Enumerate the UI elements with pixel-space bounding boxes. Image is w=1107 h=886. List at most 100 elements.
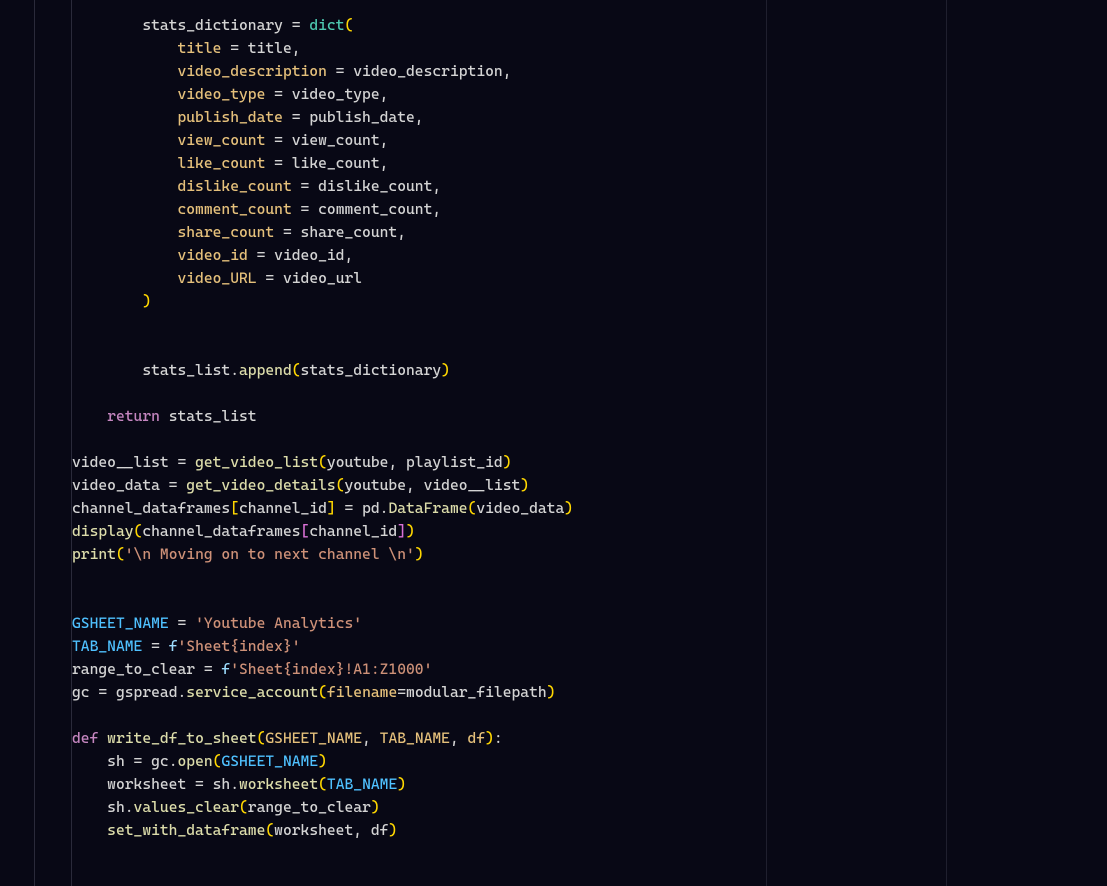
keyword: def xyxy=(72,729,98,747)
paren: ) xyxy=(406,522,415,540)
blank-line[interactable] xyxy=(72,589,1107,612)
code-line[interactable]: set_with_dataframe(worksheet, df) xyxy=(72,819,1107,842)
operator: = xyxy=(274,223,300,241)
code-line[interactable]: video__list = get_video_list(youtube, pl… xyxy=(72,451,1107,474)
paren: ) xyxy=(388,821,397,839)
code-line[interactable]: view_count = view_count, xyxy=(72,129,1107,152)
code-line[interactable]: gc = gspread.service_account(filename=mo… xyxy=(72,681,1107,704)
variable: sh xyxy=(107,752,125,770)
dot: . xyxy=(230,775,239,793)
variable: range_to_clear xyxy=(72,660,195,678)
code-line[interactable]: comment_count = comment_count, xyxy=(72,198,1107,221)
code-line[interactable]: video_type = video_type, xyxy=(72,83,1107,106)
keyword-arg: video_URL xyxy=(177,269,256,287)
variable: stats_list xyxy=(142,361,230,379)
method: worksheet xyxy=(239,775,318,793)
blank-line[interactable] xyxy=(72,566,1107,589)
comma: , xyxy=(353,821,371,839)
keyword-arg: comment_count xyxy=(177,200,291,218)
code-line[interactable]: video_URL = video_url xyxy=(72,267,1107,290)
operator: = xyxy=(142,637,168,655)
operator: = xyxy=(90,683,116,701)
variable: gc xyxy=(151,752,169,770)
variable: view_count xyxy=(292,131,380,149)
code-line[interactable]: return stats_list xyxy=(72,405,1107,428)
variable: stats_list xyxy=(169,407,257,425)
parameter: TAB_NAME xyxy=(380,729,450,747)
keyword-arg: share_count xyxy=(177,223,274,241)
blank-line[interactable] xyxy=(72,382,1107,405)
keyword-arg: view_count xyxy=(177,131,265,149)
blank-line[interactable] xyxy=(72,336,1107,359)
paren: ) xyxy=(503,453,512,471)
code-line[interactable]: dislike_count = dislike_count, xyxy=(72,175,1107,198)
code-line[interactable]: range_to_clear = f'Sheet{index}!A1:Z1000… xyxy=(72,658,1107,681)
blank-line[interactable] xyxy=(72,428,1107,451)
variable: dislike_count xyxy=(318,177,432,195)
comma: , xyxy=(503,62,512,80)
variable: channel_id xyxy=(309,522,397,540)
code-line[interactable]: like_count = like_count, xyxy=(72,152,1107,175)
code-line[interactable]: video_id = video_id, xyxy=(72,244,1107,267)
string: 'Youtube Analytics' xyxy=(195,614,362,632)
method: append xyxy=(239,361,292,379)
code-line[interactable]: sh = gc.open(GSHEET_NAME) xyxy=(72,750,1107,773)
paren: ( xyxy=(318,683,327,701)
code-line[interactable]: GSHEET_NAME = 'Youtube Analytics' xyxy=(72,612,1107,635)
blank-line[interactable] xyxy=(72,313,1107,336)
f-string-prefix: f xyxy=(221,660,230,678)
method: open xyxy=(177,752,212,770)
code-line[interactable]: share_count = share_count, xyxy=(72,221,1107,244)
variable: df xyxy=(371,821,389,839)
variable: youtube xyxy=(344,476,406,494)
code-area[interactable]: stats_dictionary = dict( title = title, … xyxy=(72,0,1107,886)
operator: = xyxy=(169,453,195,471)
paren: ) xyxy=(397,775,406,793)
code-line[interactable]: channel_dataframes[channel_id] = pd.Data… xyxy=(72,497,1107,520)
code-line[interactable]: video_description = video_description, xyxy=(72,60,1107,83)
function-def: write_df_to_sheet xyxy=(107,729,256,747)
parameter: GSHEET_NAME xyxy=(265,729,362,747)
comma: , xyxy=(380,131,389,149)
variable: sh xyxy=(107,798,125,816)
keyword-arg: filename xyxy=(327,683,397,701)
paren: ( xyxy=(344,16,353,34)
comma: , xyxy=(397,223,406,241)
parameter: df xyxy=(468,729,486,747)
code-editor: stats_dictionary = dict( title = title, … xyxy=(0,0,1107,886)
code-line[interactable]: ) xyxy=(72,290,1107,313)
keyword-arg: publish_date xyxy=(177,108,282,126)
code-line[interactable]: display(channel_dataframes[channel_id]) xyxy=(72,520,1107,543)
constant: TAB_NAME xyxy=(327,775,397,793)
operator: = xyxy=(283,16,309,34)
variable: gc xyxy=(72,683,90,701)
bracket: [ xyxy=(301,522,310,540)
code-line[interactable]: print('\n Moving on to next channel \n') xyxy=(72,543,1107,566)
keyword-arg: like_count xyxy=(177,154,265,172)
code-line[interactable]: sh.values_clear(range_to_clear) xyxy=(72,796,1107,819)
code-line[interactable]: publish_date = publish_date, xyxy=(72,106,1107,129)
code-line[interactable]: def write_df_to_sheet(GSHEET_NAME, TAB_N… xyxy=(72,727,1107,750)
string: 'Sheet{index}!A1:Z1000' xyxy=(230,660,432,678)
keyword-arg: dislike_count xyxy=(177,177,291,195)
paren: ) xyxy=(415,545,424,563)
function-call: set_with_dataframe xyxy=(107,821,265,839)
variable: pd xyxy=(362,499,380,517)
operator: = xyxy=(327,62,353,80)
code-line[interactable]: TAB_NAME = f'Sheet{index}' xyxy=(72,635,1107,658)
keyword: return xyxy=(107,407,160,425)
code-line[interactable]: stats_dictionary = dict( xyxy=(72,14,1107,37)
comma: , xyxy=(344,246,353,264)
paren: ( xyxy=(239,798,248,816)
code-line[interactable]: video_data = get_video_details(youtube, … xyxy=(72,474,1107,497)
blank-line[interactable] xyxy=(72,704,1107,727)
paren: ) xyxy=(318,752,327,770)
operator: = xyxy=(169,614,195,632)
code-line[interactable]: stats_list.append(stats_dictionary) xyxy=(72,359,1107,382)
code-line[interactable]: worksheet = sh.worksheet(TAB_NAME) xyxy=(72,773,1107,796)
bracket: ] xyxy=(397,522,406,540)
code-line[interactable]: title = title, xyxy=(72,37,1107,60)
paren: ) xyxy=(547,683,556,701)
variable: video_description xyxy=(353,62,502,80)
method: values_clear xyxy=(134,798,239,816)
